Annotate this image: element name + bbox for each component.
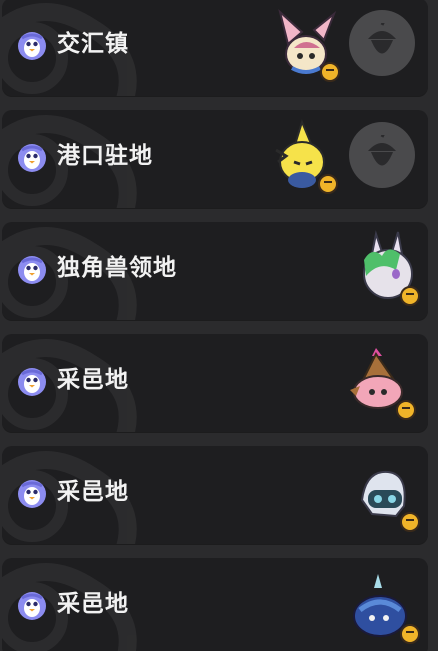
penguin-badge-icon (18, 592, 46, 620)
penguin-badge-icon (18, 32, 46, 60)
penguin-badge-icon (18, 480, 46, 508)
unicorn-creature-icon (363, 230, 420, 306)
bell-icon (396, 400, 416, 420)
location-card[interactable]: 独角兽领地 (2, 222, 428, 320)
ghost-masked-creature-icon (360, 470, 420, 532)
bell-icon (400, 512, 420, 532)
bell-icon (318, 174, 338, 194)
acorn-icon (368, 23, 396, 54)
bell-icon (400, 286, 420, 306)
bell-icon (320, 62, 340, 82)
location-name: 港口驻地 (57, 143, 153, 169)
location-card[interactable]: 港口驻地 (2, 110, 428, 208)
acorn-button[interactable] (349, 122, 415, 188)
location-card[interactable]: 采邑地 (2, 558, 428, 651)
penguin-badge-icon (18, 256, 46, 284)
pink-wizard-creature-icon (350, 348, 416, 420)
yellow-cat-creature-icon (275, 119, 338, 194)
bat-eared-creature-icon (278, 9, 340, 82)
location-card[interactable]: 采邑地 (2, 446, 428, 544)
location-card[interactable]: 交汇镇 (2, 0, 428, 96)
location-card[interactable]: 采邑地 (2, 334, 428, 432)
location-name: 采邑地 (57, 479, 129, 505)
penguin-badge-icon (18, 144, 46, 172)
blue-beetle-creature-icon (353, 574, 420, 644)
bell-icon (400, 624, 420, 644)
location-name: 采邑地 (57, 591, 129, 617)
location-name: 交汇镇 (57, 31, 129, 57)
acorn-button[interactable] (349, 10, 415, 76)
acorn-icon (368, 135, 396, 166)
location-list: 交汇镇 港口驻地 独角兽领地 采邑地 采邑地 采邑地 (0, 0, 438, 651)
location-name: 独角兽领地 (57, 255, 177, 281)
location-name: 采邑地 (57, 367, 129, 393)
penguin-badge-icon (18, 368, 46, 396)
